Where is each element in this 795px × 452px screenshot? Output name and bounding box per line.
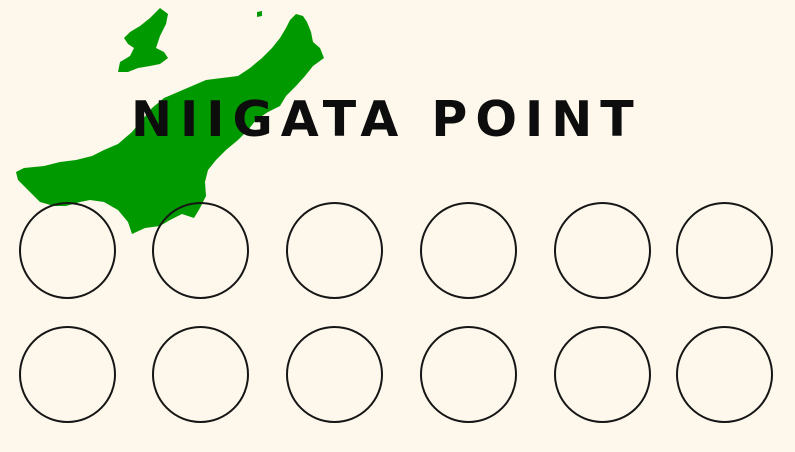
stamp-slot-10[interactable] xyxy=(420,326,517,423)
point-card: NIIGATA POINT xyxy=(0,0,795,452)
stamp-slot-7[interactable] xyxy=(19,326,116,423)
stamp-slot-5[interactable] xyxy=(554,202,651,299)
niigata-map-icon xyxy=(16,8,324,234)
awashima-island-shape xyxy=(257,11,262,17)
stamp-slot-9[interactable] xyxy=(286,326,383,423)
stamp-slot-4[interactable] xyxy=(420,202,517,299)
stamp-slot-6[interactable] xyxy=(676,202,773,299)
sado-island-shape xyxy=(118,8,168,72)
stamp-slot-11[interactable] xyxy=(554,326,651,423)
stamp-slot-2[interactable] xyxy=(152,202,249,299)
stamp-slot-1[interactable] xyxy=(19,202,116,299)
card-title: NIIGATA POINT xyxy=(131,91,642,148)
stamp-slot-8[interactable] xyxy=(152,326,249,423)
stamp-slot-12[interactable] xyxy=(676,326,773,423)
stamp-slot-3[interactable] xyxy=(286,202,383,299)
